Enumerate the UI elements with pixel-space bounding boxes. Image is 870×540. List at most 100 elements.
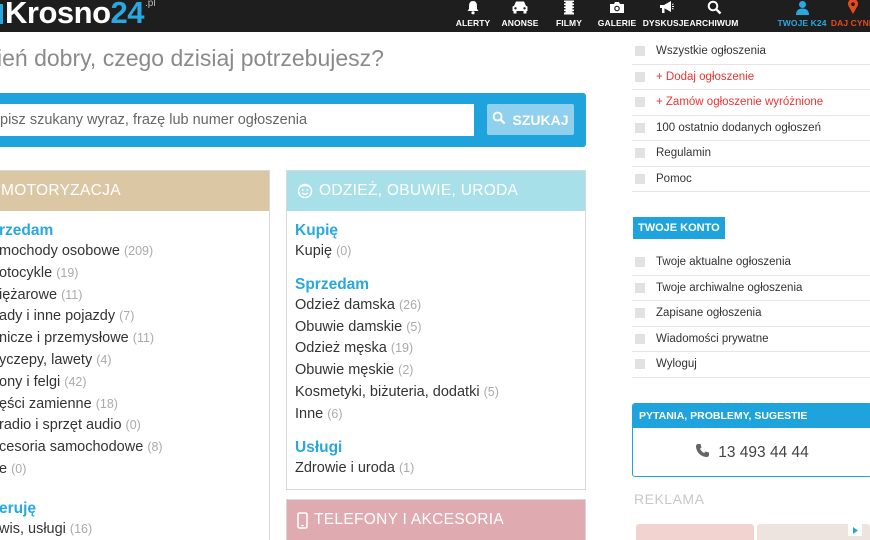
search-button[interactable]: SZUKAJ	[487, 104, 574, 135]
sidebar-link[interactable]: + Dodaj ogłoszenie	[632, 65, 870, 90]
category-link-label: Kupię	[295, 243, 333, 259]
category-header[interactable]: TELEFONY I AKCESORIA	[287, 500, 585, 540]
category-count: (209)	[123, 244, 154, 258]
category-header[interactable]: MOTORYZACJA	[0, 171, 269, 211]
category-link-label: mochody osobowe	[0, 243, 120, 259]
bullet-square-icon	[635, 148, 645, 159]
bell-icon	[466, 0, 480, 16]
category-link[interactable]: nicze i przemysłowe (11)	[0, 328, 261, 350]
category-link[interactable]: Obuwie damskie (5)	[295, 317, 577, 339]
sidebar-link[interactable]: Zapisane ogłoszenia	[632, 301, 870, 327]
phone-icon	[297, 511, 308, 529]
nav-label: DAJ CYNK	[830, 18, 870, 28]
sidebar-link[interactable]: 100 ostatnio dodanych ogłoszeń	[632, 116, 870, 141]
sidebar-link[interactable]: Wyloguj	[632, 352, 870, 378]
category-header[interactable]: ODZIEŻ, OBUWIE, URODA	[287, 171, 585, 211]
category-section-title[interactable]: Sprzedam	[295, 275, 577, 295]
nav-alerty[interactable]: ALERTY	[456, 0, 490, 32]
sidebar-link[interactable]: Twoje archiwalne ogłoszenia	[632, 276, 870, 301]
category-link[interactable]: Obuwie męskie (2)	[295, 360, 577, 382]
advertisement-label: REKLAMA	[634, 491, 705, 507]
nav-dyskusje[interactable]: DYSKUSJE	[643, 0, 689, 32]
category-link[interactable]: mochody osobowe (209)	[0, 241, 261, 263]
category-link-label: otocykle	[0, 264, 53, 281]
sidebar-link-label: + Dodaj ogłoszenie	[656, 70, 755, 83]
nav-filmy[interactable]: FILMY	[553, 0, 585, 32]
category-link-label: nicze i przemysłowe	[0, 330, 129, 347]
sidebar-link[interactable]: Regulamin	[632, 141, 870, 167]
sidebar-link[interactable]: Pomoc	[632, 167, 870, 192]
sidebar-link-label: Zapisane ogłoszenia	[656, 307, 762, 320]
nav-galerie[interactable]: GALERIE	[598, 0, 636, 32]
category-count: (11)	[132, 331, 155, 346]
category-link[interactable]: Odzież damska (26)	[295, 295, 577, 317]
category-link[interactable]: Zdrowie i uroda (1)	[295, 458, 577, 480]
category-card-telefony: TELEFONY I AKCESORIA	[286, 499, 586, 540]
category-count: (1)	[398, 460, 415, 475]
advertisement-banner[interactable]	[636, 524, 754, 540]
sidebar-link[interactable]: Wiadomości prywatne	[632, 327, 870, 352]
category-link-label: ony i felgi	[0, 373, 61, 390]
search-icon	[492, 111, 506, 128]
nav-daj-cynk[interactable]: DAJ CYNK	[830, 0, 870, 32]
category-link[interactable]: cesoria samochodowe (8)	[0, 437, 261, 459]
sidebar-link-label: Twoje archiwalne ogłoszenia	[656, 281, 803, 294]
category-link[interactable]: ęści zamienne (18)	[0, 394, 261, 416]
category-section-title[interactable]: eruję	[0, 499, 261, 519]
bullet-square-icon	[635, 257, 645, 268]
contact-box: PYTANIA, PROBLEMY, SUGESTIE 13 493 44 44	[632, 403, 870, 477]
category-count: (19)	[56, 265, 79, 280]
sidebar-link[interactable]: + Zamów ogłoszenie wyróżnione	[632, 90, 870, 116]
category-link-label: Obuwie damskie	[295, 318, 403, 335]
search-input[interactable]	[0, 104, 474, 136]
sidebar-link-label: Wyloguj	[656, 358, 697, 371]
category-section-title[interactable]: Usługi	[295, 438, 577, 458]
category-link[interactable]: Kupię (0)	[295, 241, 577, 263]
ad-choices-icon[interactable]	[848, 524, 862, 536]
category-link[interactable]: e (0)	[0, 459, 261, 481]
category-count: (26)	[398, 297, 422, 312]
category-link[interactable]: otocykle (19)	[0, 263, 261, 285]
category-link[interactable]: wis, usługi (16)	[0, 519, 261, 540]
category-link-label: Obuwie męskie	[295, 362, 395, 379]
category-link[interactable]: Inne (6)	[295, 404, 577, 426]
category-count: (7)	[119, 309, 135, 324]
page-greeting: ień dobry, czego dzisiaj potrzebujesz?	[0, 45, 384, 71]
category-section-title[interactable]: rzedam	[0, 221, 261, 241]
category-link-label: Kosmetyki, biżuteria, dodatki	[295, 383, 480, 400]
sidebar-link[interactable]: Wszystkie ogłoszenia	[632, 39, 870, 65]
category-link-label: e	[0, 460, 8, 477]
category-link-label: Inne	[295, 405, 324, 422]
category-count: (19)	[390, 341, 414, 356]
contact-phone[interactable]: 13 493 44 44	[633, 428, 870, 476]
face-icon	[297, 183, 313, 199]
nav-anonse[interactable]: ANONSE	[501, 0, 539, 32]
category-link[interactable]: iężarowe (11)	[0, 285, 261, 307]
category-count: (11)	[61, 287, 83, 302]
category-link[interactable]: ony i felgi (42)	[0, 372, 261, 394]
nav-label: ARCHIWUM	[689, 18, 739, 28]
site-logo[interactable]: Krosno24 .pl	[0, 0, 156, 32]
sidebar-link-label: Regulamin	[656, 147, 711, 160]
category-link[interactable]: Kosmetyki, biżuteria, dodatki (5)	[295, 382, 577, 404]
category-link-label: iężarowe	[0, 286, 58, 303]
category-link[interactable]: radio i sprzęt audio (0)	[0, 415, 261, 437]
nav-twoje-k24[interactable]: TWOJE K24	[777, 0, 826, 32]
category-link-label: ęści zamienne	[0, 395, 92, 412]
category-count: (8)	[147, 440, 163, 455]
bullet-square-icon	[635, 46, 645, 57]
category-section-title[interactable]: Kupię	[295, 221, 577, 241]
logo-suffix: .pl	[144, 0, 156, 9]
category-link[interactable]: yczepy, lawety (4)	[0, 350, 261, 372]
category-link[interactable]: ady i inne pojazdy (7)	[0, 306, 261, 328]
bullet-square-icon	[635, 333, 645, 344]
nav-archiwum[interactable]: ARCHIWUM	[689, 0, 739, 32]
sidebar-link[interactable]: Twoje aktualne ogłoszenia	[632, 250, 870, 276]
category-title: TELEFONY I AKCESORIA	[314, 511, 505, 528]
sidebar-link-label: Twoje aktualne ogłoszenia	[656, 256, 791, 269]
contact-phone-number: 13 493 44 44	[718, 444, 809, 461]
megaphone-icon	[659, 0, 674, 16]
category-link[interactable]: Odzież męska (19)	[295, 338, 577, 360]
category-body: Kupię Kupię (0) Sprzedam Odzież damska (26)…	[287, 221, 585, 479]
film-icon	[563, 0, 575, 16]
